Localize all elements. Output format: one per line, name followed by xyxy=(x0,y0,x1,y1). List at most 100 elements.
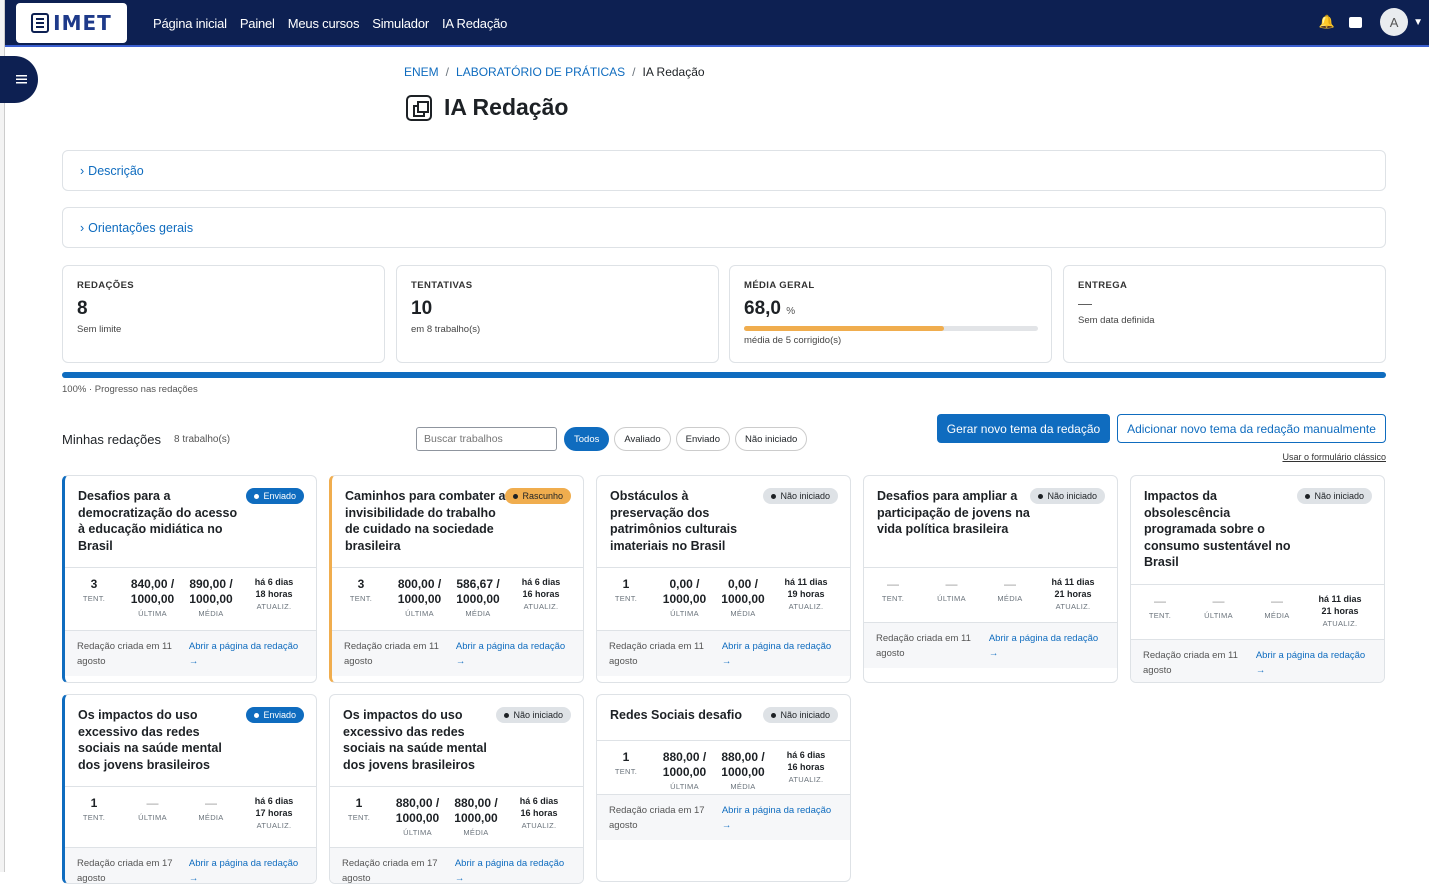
essay-title[interactable]: Desafios para ampliar a participação de … xyxy=(877,488,1030,538)
breadcrumb-enem[interactable]: ENEM xyxy=(404,65,439,79)
status-badge: Não iniciado xyxy=(763,488,838,504)
status-badge: Não iniciado xyxy=(496,707,571,723)
nav-link-ia-redacao[interactable]: IA Redação xyxy=(442,16,507,31)
stat-value: 1000,00 xyxy=(456,592,500,606)
nav-link-simulator[interactable]: Simulador xyxy=(372,16,429,31)
essay-stats: 1 TENT. 880,00 /1000,00 ÚLTIMA 880,00 /1000,… xyxy=(597,740,850,794)
created-date: Redação criada em 17 agosto xyxy=(342,858,438,884)
search-input[interactable] xyxy=(416,427,557,451)
stat-atualizado: há 6 dias 18 horas ATUALIZ. xyxy=(240,568,308,621)
stat-label: TENT. xyxy=(349,594,373,603)
stat-label: ATUALIZ. xyxy=(521,821,557,830)
filter-nao-iniciado[interactable]: Não iniciado xyxy=(734,427,808,451)
stat-tentativas: 1 TENT. xyxy=(65,787,123,840)
chevron-down-icon[interactable]: ▼ xyxy=(1413,17,1423,28)
course-index-toggle[interactable] xyxy=(0,56,38,103)
open-essay-link[interactable]: Abrir a página da redação → xyxy=(189,639,304,668)
created-date: Redação criada em 17 agosto xyxy=(609,805,705,831)
open-essay-link[interactable]: Abrir a página da redação → xyxy=(722,639,838,668)
essay-title[interactable]: Caminhos para combater a invisibilidade … xyxy=(345,488,505,554)
notification-bell-icon[interactable]: 🔔 xyxy=(1319,14,1335,30)
created-date: Redação criada em 11 agosto xyxy=(77,641,172,667)
stat-label: ATUALIZ. xyxy=(788,775,824,784)
nav-link-my-courses[interactable]: Meus cursos xyxy=(288,16,360,31)
stat-value: 1000,00 xyxy=(454,811,498,825)
open-essay-link[interactable]: Abrir a página da redação → xyxy=(456,639,571,668)
stat-label: MÉDIA xyxy=(730,782,756,791)
stat-value: — xyxy=(1154,594,1166,608)
stat-value: 880,00 / xyxy=(721,750,765,764)
breadcrumb-laboratorio[interactable]: LABORATÓRIO DE PRÁTICAS xyxy=(456,65,625,79)
stat-value: há 6 dias xyxy=(521,577,561,587)
page-title: IA Redação xyxy=(444,94,569,120)
stat-label: TENT. xyxy=(614,767,638,776)
open-essay-link[interactable]: Abrir a página da redação → xyxy=(455,856,571,883)
section-descricao[interactable]: › Descrição xyxy=(62,150,1386,191)
essay-card-header: Desafios para a democratização do acesso… xyxy=(65,476,316,554)
stat-value: 3 xyxy=(90,577,98,591)
open-essay-link[interactable]: Abrir a página da redação → xyxy=(722,803,838,832)
stat-label: ÚLTIMA xyxy=(670,609,699,618)
open-essay-link[interactable]: Abrir a página da redação → xyxy=(189,856,304,883)
created-date: Redação criada em 11 agosto xyxy=(1143,650,1238,676)
stat-value: há 6 dias xyxy=(786,750,826,760)
essay-title[interactable]: Obstáculos à preservação dos patrimônios… xyxy=(610,488,763,554)
stat-label: ÚLTIMA xyxy=(138,609,167,618)
stat-label: ATUALIZ. xyxy=(1055,602,1091,611)
stat-value: 1 xyxy=(622,750,630,764)
nav-link-dashboard[interactable]: Painel xyxy=(240,16,275,31)
stat-value: 880,00 / xyxy=(395,796,440,810)
stat-entrega: ENTREGA — Sem data definida xyxy=(1063,265,1386,363)
status-badge: Enviado xyxy=(246,707,304,723)
essay-title[interactable]: Os impactos do uso excessivo das redes s… xyxy=(78,707,240,773)
essay-stats: 1 TENT. 880,00 /1000,00 ÚLTIMA 880,00 /1000,… xyxy=(330,786,583,840)
stat-label: MÉDIA xyxy=(198,813,224,822)
essay-card-footer: Redação criada em 17 agosto Abrir a págin… xyxy=(597,794,850,840)
status-filters: Todos Avaliado Enviado Não iniciado xyxy=(564,427,808,451)
stat-value: 1 xyxy=(355,796,363,810)
user-menu-area: 🔔 A ▼ xyxy=(1319,8,1429,36)
nav-link-home[interactable]: Página inicial xyxy=(153,16,227,31)
add-theme-manually-button[interactable]: Adicionar novo tema da redação manualmen… xyxy=(1117,414,1386,443)
stat-value: 1000,00 xyxy=(189,592,233,606)
created-date: Redação criada em 17 agosto xyxy=(77,858,173,884)
classic-form-link[interactable]: Usar o formulário clássico xyxy=(1282,452,1386,462)
open-essay-link[interactable]: Abrir a página da redação → xyxy=(989,631,1105,660)
stat-value: 880,00 / xyxy=(662,750,707,764)
section-orientacoes[interactable]: › Orientações gerais xyxy=(62,207,1386,248)
stat-tentativas: 3 TENT. xyxy=(332,568,390,621)
logo-icon xyxy=(31,13,50,33)
essay-title[interactable]: Redes Sociais desafio xyxy=(610,707,763,724)
essay-card-footer: Redação criada em 11 agosto Abrir a págin… xyxy=(65,630,316,676)
essay-card: Os impactos do uso excessivo das redes s… xyxy=(329,694,584,884)
filter-todos[interactable]: Todos xyxy=(564,427,610,451)
stat-value: — xyxy=(1078,295,1092,311)
essay-stats: 1 TENT. — ÚLTIMA — MÉDIA há 6 dias 17 horas ATUA… xyxy=(65,786,316,840)
stat-value: 1000,00 xyxy=(721,592,765,606)
messages-icon[interactable] xyxy=(1349,16,1363,28)
filter-enviado[interactable]: Enviado xyxy=(675,427,730,451)
stat-label: MÉDIA xyxy=(1264,611,1290,620)
stat-value: 17 horas xyxy=(255,807,293,818)
activity-icon xyxy=(406,94,432,121)
stat-ultima: — ÚLTIMA xyxy=(922,568,981,621)
filter-avaliado[interactable]: Avaliado xyxy=(614,427,671,451)
stat-value: 0,00 / xyxy=(669,577,700,591)
list-count: 8 trabalho(s) xyxy=(174,434,231,445)
stat-label: TENT. xyxy=(347,813,371,822)
stat-label: ATUALIZ. xyxy=(1322,619,1358,628)
stat-media: 880,00 /1000,00 MÉDIA xyxy=(447,787,505,840)
stat-atualizado: há 11 dias 21 horas ATUALIZ. xyxy=(1039,568,1107,621)
status-badge: Enviado xyxy=(246,488,304,504)
stat-label: ATUALIZ. xyxy=(256,602,292,611)
open-essay-link[interactable]: Abrir a página da redação → xyxy=(1256,648,1372,677)
essay-title[interactable]: Impactos da obsolescência programada sob… xyxy=(1144,488,1297,571)
generate-theme-button[interactable]: Gerar novo tema da redação xyxy=(937,414,1110,443)
user-avatar[interactable]: A xyxy=(1380,8,1409,36)
stat-label: ÚLTIMA xyxy=(405,609,434,618)
essay-title[interactable]: Desafios para a democratização do acesso… xyxy=(78,488,240,554)
site-logo[interactable]: IMET xyxy=(16,3,127,43)
essay-title[interactable]: Os impactos do uso excessivo das redes s… xyxy=(343,707,496,773)
stat-ultima: 800,00 /1000,00 ÚLTIMA xyxy=(390,568,449,621)
breadcrumb: ENEM / LABORATÓRIO DE PRÁTICAS / IA Reda… xyxy=(404,65,705,79)
